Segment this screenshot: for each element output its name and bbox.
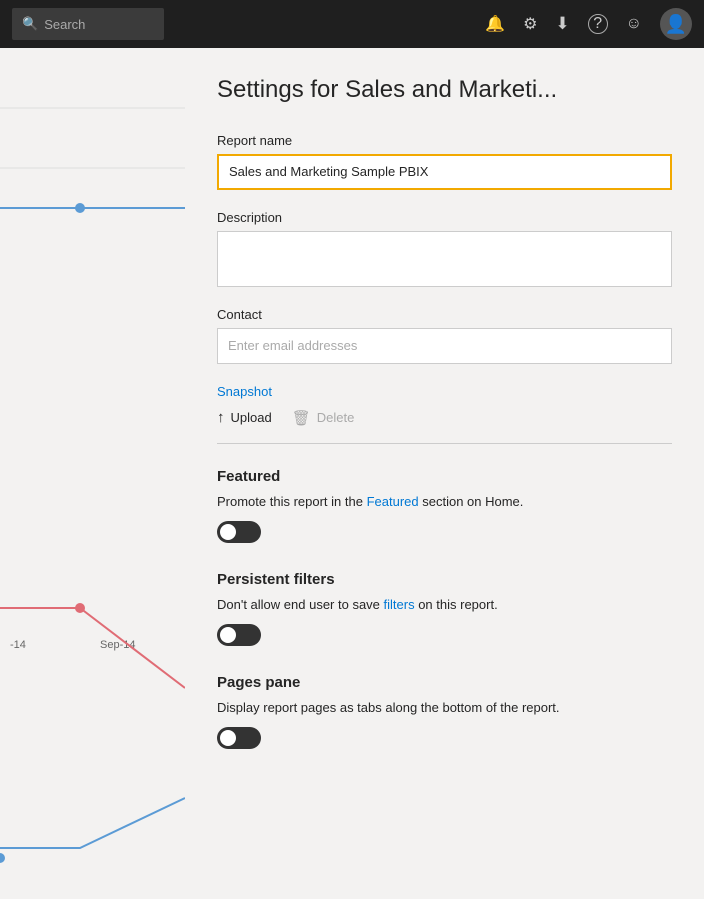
trash-icon: 🗑 (292, 409, 311, 427)
panel-title: Settings for Sales and Marketi... (217, 76, 672, 105)
delete-label: Delete (317, 410, 355, 425)
persistent-toggle-track (217, 624, 261, 646)
search-input[interactable] (44, 17, 154, 32)
delete-button[interactable]: 🗑 Delete (292, 409, 355, 427)
svg-text:-14: -14 (10, 639, 26, 651)
persistent-toggle[interactable] (217, 624, 261, 646)
report-name-input[interactable] (217, 154, 672, 190)
featured-toggle-track (217, 521, 261, 543)
avatar[interactable]: 👤 (660, 8, 692, 40)
featured-desc-link: Featured (367, 494, 419, 509)
contact-input[interactable] (217, 328, 672, 364)
help-icon[interactable]: ? (588, 14, 608, 34)
smiley-icon[interactable]: ☺ (626, 15, 642, 33)
pages-title: Pages pane (217, 674, 672, 691)
topbar-icons: 🔔 ⚙ ⬇ ? ☺ 👤 (485, 8, 692, 40)
featured-desc-plain: Promote this report in the (217, 494, 367, 509)
persistent-desc-link: filters (384, 597, 415, 612)
snapshot-actions: ↑ Upload 🗑 Delete (217, 409, 672, 427)
featured-toggle[interactable] (217, 521, 261, 543)
pages-toggle[interactable] (217, 727, 261, 749)
featured-toggle-thumb (220, 524, 236, 540)
description-label: Description (217, 210, 672, 225)
pages-pane-section: Pages pane Display report pages as tabs … (217, 674, 672, 749)
persistent-desc: Don't allow end user to save filters on … (217, 596, 672, 614)
topbar: 🔍 🔔 ⚙ ⬇ ? ☺ 👤 (0, 0, 704, 48)
contact-label: Contact (217, 307, 672, 322)
featured-desc: Promote this report in the Featured sect… (217, 493, 672, 511)
description-input[interactable] (217, 231, 672, 287)
contact-group: Contact (217, 307, 672, 364)
pages-desc: Display report pages as tabs along the b… (217, 699, 672, 717)
persistent-desc-after: on this report. (415, 597, 498, 612)
persistent-title: Persistent filters (217, 571, 672, 588)
description-group: Description (217, 210, 672, 287)
upload-icon: ↑ (217, 409, 225, 426)
bell-icon[interactable]: 🔔 (485, 14, 505, 34)
persistent-desc-plain: Don't allow end user to save (217, 597, 384, 612)
persistent-filters-section: Persistent filters Don't allow end user … (217, 571, 672, 646)
featured-section: Featured Promote this report in the Feat… (217, 468, 672, 543)
pages-toggle-track (217, 727, 261, 749)
pages-toggle-thumb (220, 730, 236, 746)
upload-button[interactable]: ↑ Upload (217, 409, 272, 426)
search-box[interactable]: 🔍 (12, 8, 164, 40)
gear-icon[interactable]: ⚙ (523, 14, 537, 34)
background-chart: -14 Sep-14 (0, 48, 185, 899)
upload-label: Upload (231, 410, 272, 425)
featured-desc-after: section on Home. (419, 494, 524, 509)
featured-title: Featured (217, 468, 672, 485)
report-name-group: Report name (217, 133, 672, 190)
report-name-label: Report name (217, 133, 672, 148)
snapshot-section: Snapshot ↑ Upload 🗑 Delete (217, 384, 672, 444)
search-icon: 🔍 (22, 16, 38, 32)
download-icon[interactable]: ⬇ (555, 14, 569, 34)
snapshot-label: Snapshot (217, 384, 672, 399)
persistent-toggle-thumb (220, 627, 236, 643)
divider (217, 443, 672, 444)
settings-panel: Settings for Sales and Marketi... Report… (185, 48, 704, 899)
